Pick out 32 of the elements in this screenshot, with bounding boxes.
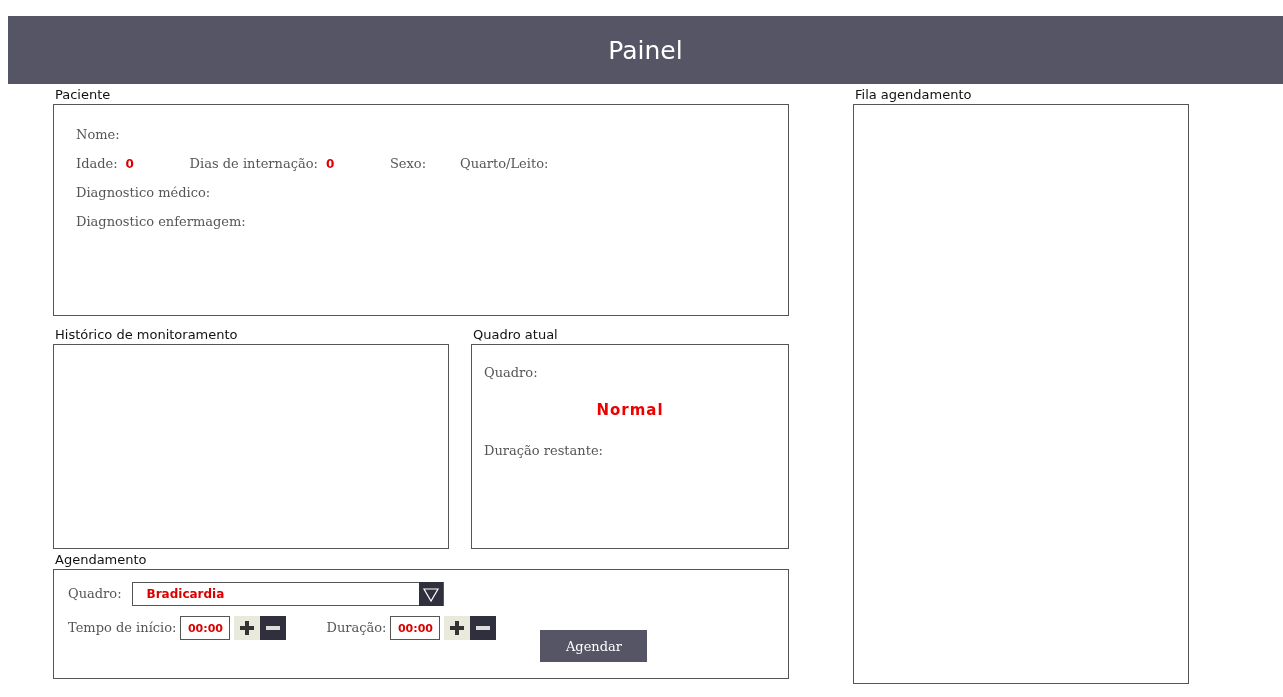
field-label: Tempo de início: bbox=[68, 619, 177, 637]
field-label: Diagnostico enfermagem: bbox=[76, 213, 246, 231]
section-title: Paciente bbox=[55, 86, 112, 104]
plus-icon bbox=[239, 620, 256, 636]
field-label: Diagnostico médico: bbox=[76, 184, 211, 202]
field-label: Sexo: bbox=[389, 155, 427, 173]
section-title: Histórico de monitoramento bbox=[55, 326, 239, 344]
minus-button[interactable] bbox=[260, 616, 287, 640]
field-label: Duração restante: bbox=[484, 442, 604, 460]
field-label: Nome: bbox=[76, 126, 120, 144]
field-label: Dias de internação: bbox=[189, 155, 318, 173]
caret-icon bbox=[418, 582, 443, 606]
field-value: 0 bbox=[125, 156, 135, 173]
field-value: 0 bbox=[325, 156, 336, 173]
page-title: Painel bbox=[608, 35, 683, 65]
condition-dropdown[interactable]: Bradicardia bbox=[131, 582, 444, 606]
section-title: Agendamento bbox=[55, 551, 148, 569]
plus-icon bbox=[449, 620, 466, 636]
time-field[interactable]: 00:00 bbox=[390, 616, 441, 640]
section-title: Fila agendamento bbox=[855, 86, 973, 104]
minus-button[interactable] bbox=[470, 616, 497, 640]
field-label: Idade: bbox=[76, 155, 118, 173]
field-label: Quadro: bbox=[484, 364, 539, 382]
schedule-button[interactable]: Agendar bbox=[540, 630, 648, 662]
plus-button[interactable] bbox=[444, 616, 471, 640]
section-title: Quadro atual bbox=[473, 326, 559, 344]
plus-button[interactable] bbox=[234, 616, 261, 640]
time-field[interactable]: 00:00 bbox=[180, 616, 231, 640]
status-value: Normal bbox=[596, 401, 664, 419]
field-label: Duração: bbox=[326, 619, 387, 637]
field-label: Quadro: bbox=[68, 585, 122, 603]
field-label: Quarto/Leito: bbox=[460, 155, 549, 173]
